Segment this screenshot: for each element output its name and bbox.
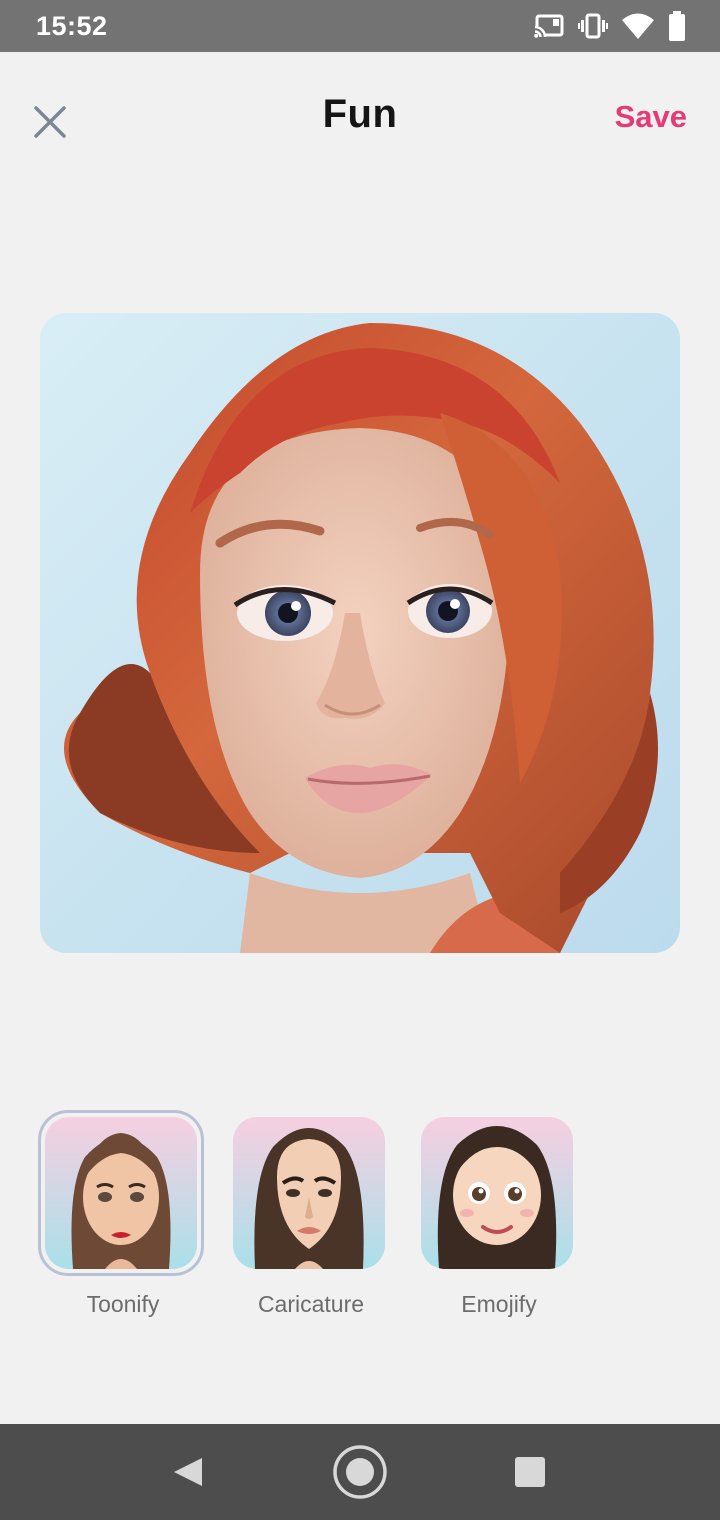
- system-nav-bar: [0, 1424, 720, 1520]
- style-label: Toonify: [86, 1291, 160, 1317]
- cast-icon: [534, 14, 564, 38]
- status-bar: 15:52: [0, 0, 720, 52]
- style-option-emojify[interactable]: Emojify: [414, 1110, 584, 1318]
- status-time: 15:52: [36, 10, 108, 41]
- caricature-thumbnail: [233, 1117, 385, 1269]
- header: Fun Save: [0, 52, 720, 182]
- nav-recents-button[interactable]: [502, 1444, 558, 1500]
- save-button[interactable]: Save: [615, 99, 687, 135]
- nav-home-button[interactable]: [332, 1444, 388, 1500]
- home-icon: [333, 1445, 387, 1499]
- style-thumb-frame: [38, 1110, 204, 1276]
- style-thumb-frame: [226, 1110, 392, 1276]
- style-label: Emojify: [461, 1291, 537, 1317]
- back-icon: [174, 1458, 202, 1486]
- emojify-thumbnail: [421, 1117, 573, 1269]
- style-option-toonify[interactable]: Toonify: [38, 1110, 208, 1318]
- wifi-icon: [622, 13, 654, 39]
- style-options: Toonify Caricature Emojify: [0, 1110, 720, 1330]
- recents-icon: [515, 1457, 545, 1487]
- page-title: Fun: [322, 92, 398, 136]
- vibrate-icon: [578, 13, 608, 39]
- style-thumb-frame: [414, 1110, 580, 1276]
- result-photo: [40, 313, 680, 953]
- toonify-thumbnail: [45, 1117, 197, 1269]
- nav-back-button[interactable]: [160, 1444, 216, 1500]
- style-label: Caricature: [257, 1291, 365, 1317]
- status-icons: [534, 11, 686, 41]
- battery-icon: [668, 11, 686, 41]
- style-option-caricature[interactable]: Caricature: [226, 1110, 396, 1318]
